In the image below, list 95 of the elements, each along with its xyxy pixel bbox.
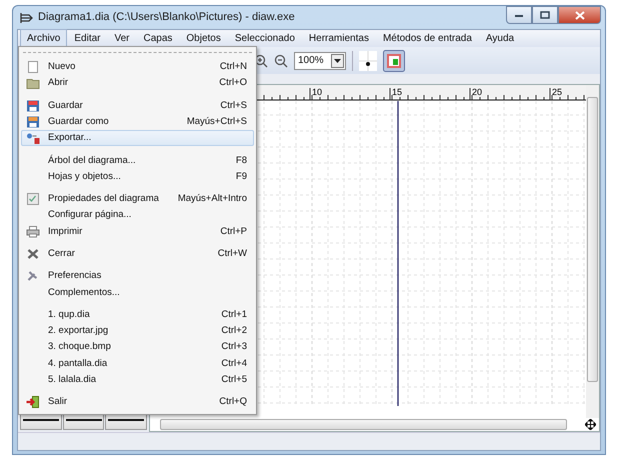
line-icon — [22, 419, 59, 421]
line-icon — [66, 419, 102, 421]
menu-option[interactable]: 4. pantalla.dia Ctrl+4 — [21, 356, 254, 372]
close-icon — [574, 10, 584, 20]
menu-item[interactable]: Métodos de entrada — [376, 29, 479, 48]
option-label: Salir — [48, 395, 68, 410]
line-icon — [108, 419, 144, 421]
option-label: Preferencias — [48, 269, 102, 284]
app-icon — [19, 12, 33, 24]
menu-option[interactable]: Guardar Ctrl+S — [21, 98, 254, 114]
menu-option[interactable]: Complementos... — [21, 284, 254, 301]
menu-option[interactable]: Exportar... — [21, 130, 254, 146]
menu-option[interactable]: Propiedades del diagrama Mayús+Alt+Intro — [21, 191, 254, 208]
option-label: 5. lalala.dia — [48, 373, 96, 388]
document-icon — [26, 61, 40, 74]
shortcut-label: Ctrl+O — [219, 76, 247, 90]
option-label: Guardar como — [48, 114, 109, 129]
window-title: Diagrama1.dia (C:\Users\Blanko\Pictures) - diaw.exe — [38, 10, 295, 26]
ruler-label: 15 — [392, 87, 402, 97]
zoom-combo[interactable]: 100% — [294, 52, 346, 70]
shortcut-label: Ctrl+1 — [221, 308, 247, 322]
menu-item[interactable]: Editar — [67, 29, 108, 48]
shortcut-label: Ctrl+2 — [221, 324, 247, 338]
option-label: Complementos... — [48, 286, 120, 300]
shortcut-label: Ctrl+3 — [221, 340, 247, 354]
menu-item[interactable]: Ayuda — [478, 29, 522, 48]
menu-item[interactable]: Herramientas — [302, 29, 376, 48]
menu-option[interactable]: Cerrar Ctrl+W — [21, 246, 254, 262]
menu-option[interactable]: Imprimir Ctrl+P — [21, 224, 254, 240]
minimize-icon — [514, 12, 524, 18]
menu-option[interactable]: Preferencias — [21, 268, 254, 285]
option-label: 2. exportar.jpg — [48, 324, 108, 338]
close-icon — [26, 248, 40, 260]
ruler-label: 10 — [312, 87, 322, 97]
menu-item[interactable]: Objetos — [179, 29, 228, 48]
printer-icon — [26, 226, 40, 238]
floppy-icon — [26, 100, 40, 112]
snap-grid-icon[interactable] — [359, 50, 377, 70]
folder-icon — [26, 77, 40, 90]
shortcut-label: Ctrl+4 — [221, 356, 247, 371]
menu-option[interactable]: Salir Ctrl+Q — [21, 394, 254, 411]
caret-icon — [334, 58, 341, 62]
vertical-scrollbar[interactable] — [586, 85, 599, 418]
shortcut-label: F9 — [236, 170, 247, 184]
shortcut-label: Ctrl+W — [218, 246, 247, 261]
menu-item[interactable]: Ver — [107, 29, 136, 48]
shortcut-label: Ctrl+Q — [219, 395, 247, 410]
option-label: 1. qup.dia — [48, 308, 90, 322]
option-label: Configurar página... — [48, 208, 132, 222]
menu-option[interactable]: 2. exportar.jpg Ctrl+2 — [21, 323, 254, 340]
ruler-label: 20 — [472, 87, 482, 97]
menu-option[interactable]: 5. lalala.dia Ctrl+5 — [21, 372, 254, 388]
menu-item[interactable]: Archivo — [20, 29, 68, 48]
shortcut-label: Mayús+Alt+Intro — [178, 192, 247, 206]
menu-option[interactable]: Nuevo Ctrl+N — [21, 59, 254, 76]
close-button[interactable] — [558, 6, 601, 24]
minimize-button[interactable] — [506, 6, 532, 24]
menu-option[interactable]: 3. choque.bmp Ctrl+3 — [21, 339, 254, 356]
zoom-in-icon[interactable] — [254, 54, 268, 68]
menu-item[interactable]: Seleccionado — [228, 29, 302, 48]
floppy-icon — [26, 116, 40, 128]
checklist-icon — [26, 193, 40, 206]
option-label: Guardar — [48, 98, 83, 113]
horizontal-scrollbar[interactable] — [160, 419, 567, 430]
maximize-icon — [540, 11, 550, 19]
export-icon — [26, 132, 40, 144]
menu-option[interactable]: Árbol del diagrama... F8 — [21, 152, 254, 169]
shortcut-label: Mayús+Ctrl+S — [186, 114, 247, 129]
shortcut-label: Ctrl+P — [220, 224, 247, 239]
menu-option[interactable]: Guardar como Mayús+Ctrl+S — [21, 114, 254, 130]
object-snap-icon[interactable] — [383, 50, 405, 72]
menu-option[interactable]: Configurar página... — [21, 207, 254, 224]
zoom-out-icon[interactable] — [274, 54, 288, 68]
menu-item[interactable]: Capas — [136, 29, 180, 48]
option-label: Cerrar — [48, 246, 75, 261]
option-label: Hojas y objetos... — [48, 170, 121, 184]
option-label: 4. pantalla.dia — [48, 356, 108, 371]
maximize-button[interactable] — [532, 6, 558, 24]
shortcut-label: Ctrl+5 — [221, 373, 247, 388]
exit-icon — [26, 396, 40, 408]
menu-option[interactable]: Hojas y objetos... F9 — [21, 168, 254, 186]
option-label: Abrir — [48, 76, 68, 90]
option-label: Nuevo — [48, 60, 76, 74]
shortcut-label: F8 — [236, 154, 247, 168]
shortcut-label: Ctrl+S — [220, 98, 247, 113]
ruler-label: 25 — [552, 87, 562, 97]
menu-option[interactable]: 1. qup.dia Ctrl+1 — [21, 306, 254, 324]
option-label: Propiedades del diagrama — [48, 192, 159, 206]
menu-option[interactable]: Abrir Ctrl+O — [21, 75, 254, 92]
option-label: Exportar... — [48, 131, 92, 146]
move-icon[interactable] — [585, 419, 596, 430]
shortcut-label: Ctrl+N — [220, 60, 247, 74]
option-label: Imprimir — [48, 224, 82, 239]
option-label: Árbol del diagrama... — [48, 154, 136, 168]
option-label: 3. choque.bmp — [48, 340, 111, 354]
